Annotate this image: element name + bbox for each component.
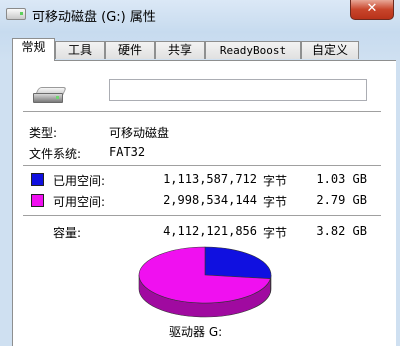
free-space-size: 2.79 GB [316, 193, 367, 207]
free-space-label: 可用空间: [53, 195, 106, 209]
free-space-color-swatch [31, 194, 44, 207]
divider [23, 111, 381, 113]
type-value: 可移动磁盘 [109, 126, 170, 140]
type-label: 类型: [29, 126, 58, 140]
capacity-bytes: 4,112,121,856 [163, 224, 257, 238]
used-space-bytes: 1,113,587,712 [163, 172, 257, 186]
general-panel: 类型: 可移动磁盘 文件系统: FAT32 已用空间: 1,113,587,71… [12, 60, 396, 346]
filesystem-value: FAT32 [109, 145, 146, 159]
used-space-size: 1.03 GB [316, 172, 367, 186]
used-space-label: 已用空间: [53, 174, 106, 188]
free-space-unit: 字节 [263, 195, 288, 209]
drive-label: 驱动器 G: [169, 325, 223, 339]
tab-hardware[interactable]: 硬件 [105, 41, 155, 59]
pie-slice-used [204, 246, 272, 279]
filesystem-label: 文件系统: [29, 147, 82, 161]
capacity-size: 3.82 GB [316, 224, 367, 238]
window-title: 可移动磁盘 (G:) 属性 [32, 10, 156, 25]
tab-customize[interactable]: 自定义 [301, 41, 359, 59]
title-bar: 可移动磁盘 (G:) 属性 ✕ [0, 0, 400, 30]
drive-icon [6, 8, 26, 20]
tab-general[interactable]: 常规 [12, 38, 55, 61]
capacity-label: 容量: [53, 226, 82, 240]
free-space-bytes: 2,998,534,144 [163, 193, 257, 207]
properties-window: 可移动磁盘 (G:) 属性 ✕ 常规 工具 硬件 共享 ReadyBoost 自… [0, 0, 400, 346]
tab-readyboost[interactable]: ReadyBoost [205, 41, 301, 59]
volume-name-input[interactable] [109, 79, 367, 101]
disk-usage-pie-chart [138, 246, 272, 318]
close-button[interactable]: ✕ [350, 0, 394, 20]
tab-strip: 常规 工具 硬件 共享 ReadyBoost 自定义 [12, 38, 396, 61]
divider [23, 215, 381, 217]
divider [23, 165, 381, 167]
capacity-unit: 字节 [263, 226, 288, 240]
tab-tools[interactable]: 工具 [55, 41, 105, 59]
used-space-unit: 字节 [263, 174, 288, 188]
removable-drive-icon [33, 87, 67, 103]
used-space-color-swatch [31, 173, 44, 186]
tab-sharing[interactable]: 共享 [155, 41, 205, 59]
